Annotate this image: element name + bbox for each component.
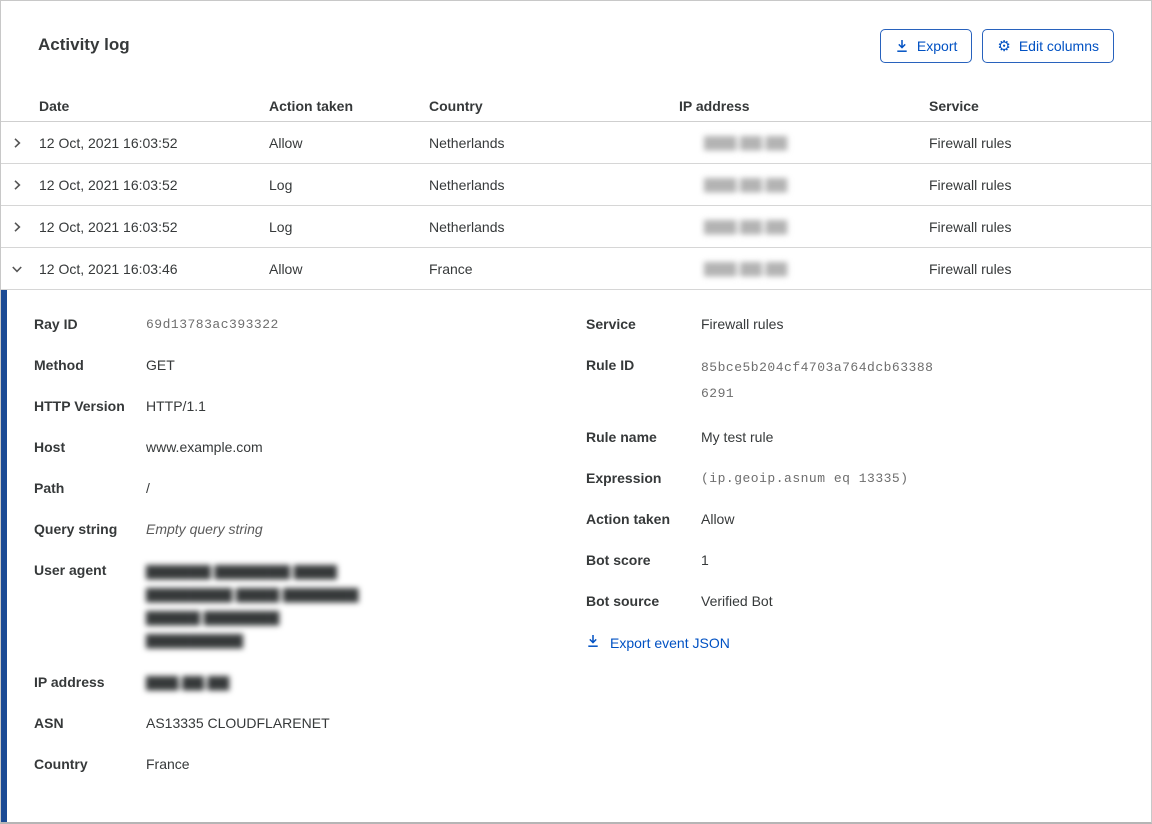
detail-bot-source: Bot source Verified Bot [586,593,773,609]
export-button-label: Export [916,38,958,54]
detail-action-taken: Action taken Allow [586,511,735,527]
export-button[interactable]: Export [879,29,973,63]
toolbar: Export ⚙ Edit columns [879,29,1114,63]
detail-rule-id: Rule ID 85bce5b204cf4703a764dcb633886291 [586,357,934,401]
edit-columns-button[interactable]: ⚙ Edit columns [982,29,1114,63]
page-title: Activity log [38,35,130,54]
event-details-right-column: Service Firewall rules Rule ID 85bce5b20… [586,314,1151,822]
row-date: 12 Oct, 2021 16:03:52 [39,218,178,235]
edit-columns-button-label: Edit columns [1018,38,1099,54]
activity-row-expanded[interactable]: 12 Oct, 2021 16:03:46 Allow France ▇▇▇.▇… [1,248,1151,290]
detail-query-string: Query string Empty query string [34,521,263,537]
row-ip-redacted: ▇▇▇.▇▇.▇▇ [704,176,788,192]
detail-path: Path / [34,480,150,496]
row-service: Firewall rules [929,260,1012,277]
detail-ip-address: IP address ▇▇▇.▇▇.▇▇ [34,674,230,690]
detail-host: Host www.example.com [34,439,263,455]
detail-user-agent: User agent ▇▇▇▇▇▇ ▇▇▇▇▇▇▇ ▇▇▇▇ ▇▇▇▇▇▇▇▇ … [34,560,586,652]
row-ip-redacted: ▇▇▇.▇▇.▇▇ [704,218,788,234]
detail-bot-score: Bot score 1 [586,552,709,568]
column-header-date: Date [39,98,70,114]
row-service: Firewall rules [929,134,1012,151]
row-country: Netherlands [429,218,505,235]
activity-log-panel: Activity log Export ⚙ Edit columns Date … [0,0,1152,824]
row-action: Log [269,176,293,193]
row-action: Log [269,218,293,235]
user-agent-redacted: ▇▇▇▇▇▇ ▇▇▇▇▇▇▇ ▇▇▇▇ ▇▇▇▇▇▇▇▇ ▇▇▇▇ ▇▇▇▇▇▇… [146,563,359,648]
row-country: Netherlands [429,134,505,151]
column-header-ip: IP address [679,98,750,114]
detail-method: Method GET [34,357,175,373]
detail-country: Country France [34,756,190,772]
row-service: Firewall rules [929,218,1012,235]
event-details-panel: Ray ID 69d13783ac393322 Method GET HTTP … [1,290,1151,822]
detail-http-version: HTTP Version HTTP/1.1 [34,398,206,414]
export-event-json-link[interactable]: Export event JSON [586,634,730,651]
activity-row[interactable]: 12 Oct, 2021 16:03:52 Log Netherlands ▇▇… [1,164,1151,206]
row-country: France [429,260,473,277]
row-ip-redacted: ▇▇▇.▇▇.▇▇ [704,260,788,276]
export-event-json-label: Export event JSON [610,634,730,651]
activity-row[interactable]: 12 Oct, 2021 16:03:52 Log Netherlands ▇▇… [1,206,1151,248]
detail-asn: ASN AS13335 CLOUDFLARENET [34,715,330,731]
row-action: Allow [269,134,303,151]
row-country: Netherlands [429,176,505,193]
chevron-down-icon[interactable] [1,262,39,276]
chevron-right-icon[interactable] [1,178,39,192]
column-header-country: Country [429,98,483,114]
row-ip-redacted: ▇▇▇.▇▇.▇▇ [704,134,788,150]
detail-expression: Expression (ip.geoip.asnum eq 13335) [586,470,909,486]
table-header: Date Action taken Country IP address Ser… [1,91,1151,122]
download-icon [586,634,600,651]
row-date: 12 Oct, 2021 16:03:46 [39,260,178,277]
panel-header: Activity log Export ⚙ Edit columns [1,1,1151,91]
detail-ray-id: Ray ID 69d13783ac393322 [34,316,279,332]
row-service: Firewall rules [929,176,1012,193]
column-header-service: Service [929,98,979,114]
detail-rule-name: Rule name My test rule [586,429,774,445]
chevron-right-icon[interactable] [1,136,39,150]
chevron-right-icon[interactable] [1,220,39,234]
download-icon [895,39,909,53]
activity-row[interactable]: 12 Oct, 2021 16:03:52 Allow Netherlands … [1,122,1151,164]
event-details-left-column: Ray ID 69d13783ac393322 Method GET HTTP … [34,314,586,822]
row-date: 12 Oct, 2021 16:03:52 [39,176,178,193]
row-date: 12 Oct, 2021 16:03:52 [39,134,178,151]
row-action: Allow [269,260,303,277]
column-header-action: Action taken [269,98,354,114]
gear-icon: ⚙ [997,37,1011,55]
detail-service: Service Firewall rules [586,316,784,332]
